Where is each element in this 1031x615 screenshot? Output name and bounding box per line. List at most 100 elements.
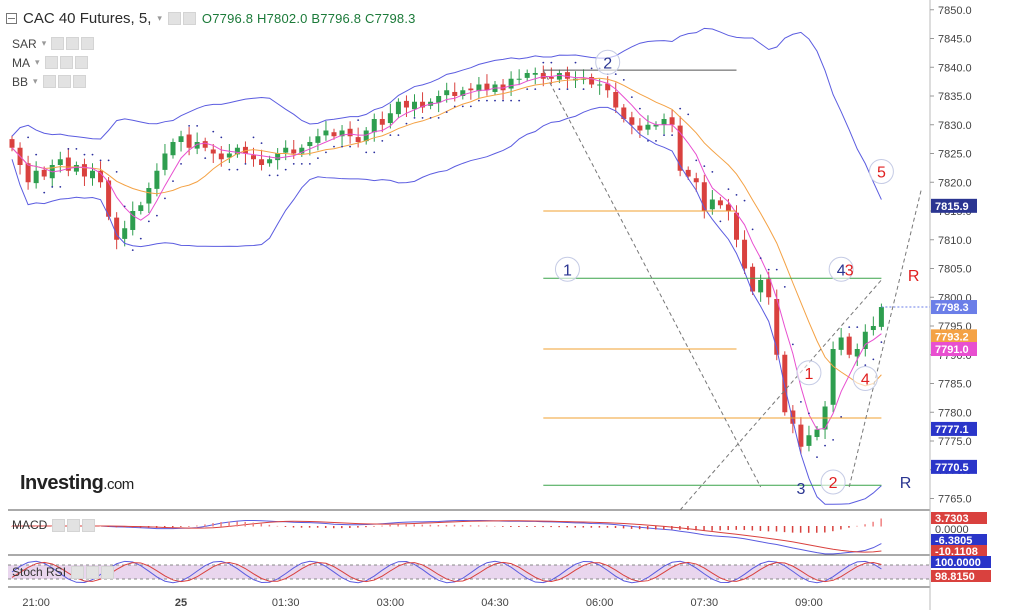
candle-body <box>709 199 715 210</box>
eye-icon[interactable] <box>51 37 65 50</box>
candle-body <box>806 435 812 446</box>
settings-icon[interactable] <box>86 565 100 579</box>
settings-icon[interactable] <box>66 37 80 50</box>
candle-body <box>387 113 393 124</box>
macd-histogram-bar <box>566 526 568 528</box>
settings-icon[interactable] <box>67 518 81 532</box>
eye-icon[interactable] <box>71 565 85 579</box>
y-tick-label: 7820.0 <box>938 177 972 189</box>
sar-dot <box>204 157 207 160</box>
settings-icon[interactable] <box>59 56 73 69</box>
chevron-down-icon[interactable]: ▾ <box>42 38 47 49</box>
macd-histogram-bar <box>775 526 778 532</box>
close-icon[interactable] <box>82 518 96 532</box>
candle-body <box>73 165 79 172</box>
chevron-down-icon[interactable]: ▾ <box>157 13 162 24</box>
stoch-band <box>8 565 930 579</box>
macd-histogram-bar <box>123 526 126 528</box>
candle-body <box>540 73 546 79</box>
macd-histogram-bar <box>357 526 359 528</box>
eye-icon[interactable] <box>167 12 181 25</box>
indicator-sar[interactable]: SAR ▾ <box>12 34 95 53</box>
eye-icon[interactable] <box>44 56 58 69</box>
close-icon[interactable] <box>81 37 95 50</box>
candle-body <box>154 170 160 189</box>
sar-dot <box>325 151 327 154</box>
sar-dot <box>735 194 738 196</box>
settings-icon[interactable] <box>57 75 71 88</box>
y-tick-label: 7805.0 <box>938 264 972 276</box>
sar-dot <box>421 116 424 119</box>
symbol-title[interactable]: CAC 40 Futures, 5, <box>23 10 151 27</box>
macd-histogram-bar <box>421 524 424 527</box>
indicator-ma[interactable]: MA ▾ <box>12 53 94 72</box>
close-value: C7798.3 <box>365 11 416 26</box>
macd-histogram-bar <box>349 526 351 528</box>
sar-dot <box>630 96 633 99</box>
candle-body <box>33 170 39 184</box>
macd-histogram-bar <box>204 524 206 527</box>
sar-dot <box>389 134 392 137</box>
sar-dot <box>743 199 746 202</box>
x-tick-label: 21:00 <box>22 597 50 609</box>
macd-histogram-bar <box>147 526 150 528</box>
sar-dot <box>453 105 456 108</box>
candle-body <box>347 128 353 137</box>
candle-body <box>717 200 723 206</box>
macd-histogram-bar <box>252 522 254 527</box>
macd-controls[interactable] <box>52 518 96 532</box>
close-icon[interactable] <box>72 75 86 88</box>
sar-dot <box>502 99 504 102</box>
sar-dot <box>172 180 174 183</box>
stoch-pane-label[interactable]: Stoch RSI <box>12 565 115 579</box>
eye-icon[interactable] <box>52 518 66 532</box>
close-icon[interactable] <box>74 56 88 69</box>
collapse-icon[interactable] <box>6 13 17 24</box>
sar-dot <box>800 401 802 403</box>
macd-histogram-bar <box>163 526 166 528</box>
macd-histogram-bar <box>381 525 383 527</box>
macd-histogram-bar <box>864 524 866 527</box>
candle-body <box>814 429 820 437</box>
sar-dot <box>808 412 810 415</box>
indicator-controls[interactable] <box>44 56 88 69</box>
macd-histogram-bar <box>542 526 544 528</box>
sar-dot <box>679 107 682 110</box>
macd-histogram-bar <box>485 525 488 527</box>
header-controls[interactable] <box>167 12 196 25</box>
indicator-controls[interactable] <box>42 75 86 88</box>
chart-canvas[interactable]: 7765.07770.07775.07780.07785.07790.07795… <box>0 0 1031 610</box>
macd-histogram-bar <box>807 526 810 533</box>
y-tick-label: 7765.0 <box>938 494 972 506</box>
close-icon[interactable] <box>101 565 115 579</box>
y-tick-label: 7810.0 <box>938 235 972 247</box>
y-tick-label: 7850.0 <box>938 5 972 17</box>
chevron-down-icon[interactable]: ▾ <box>35 57 40 68</box>
indicator-bb[interactable]: BB ▾ <box>12 72 94 91</box>
macd-histogram-bar <box>824 526 826 533</box>
y-tick-label: 7830.0 <box>938 120 972 132</box>
sar-dot <box>357 119 360 122</box>
sar-dot <box>373 151 376 154</box>
sar-dot <box>188 125 191 127</box>
candle-body <box>878 307 884 327</box>
x-tick-label: 09:00 <box>795 597 823 609</box>
macd-pane-label[interactable]: MACD <box>12 518 96 532</box>
sar-dot <box>856 326 859 329</box>
macd-histogram-bar <box>703 526 705 531</box>
macd-histogram-bar <box>719 526 721 531</box>
chevron-down-icon[interactable]: ▾ <box>33 76 38 87</box>
candle-body <box>403 100 409 108</box>
indicator-label: MA <box>12 55 30 70</box>
sar-dot <box>180 162 182 165</box>
chart-area[interactable]: 7765.07770.07775.07780.07785.07790.07795… <box>0 0 1031 610</box>
eye-icon[interactable] <box>42 75 56 88</box>
candle-body <box>9 139 15 148</box>
y-tick-label: 7775.0 <box>938 436 972 448</box>
settings-icon[interactable] <box>182 12 196 25</box>
macd-histogram-bar <box>284 526 287 527</box>
indicator-controls[interactable] <box>51 37 95 50</box>
stoch-controls[interactable] <box>71 565 115 579</box>
sar-dot <box>816 456 818 458</box>
sar-dot <box>349 145 351 148</box>
